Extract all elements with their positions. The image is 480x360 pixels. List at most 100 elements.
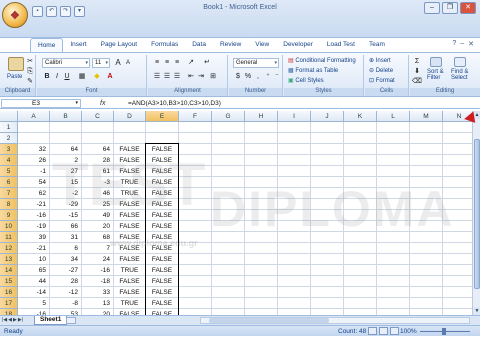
cell-j7[interactable] (311, 188, 344, 199)
column-header-j[interactable]: J (311, 111, 344, 122)
cell-d16[interactable]: FALSE (114, 287, 146, 298)
borders-icon[interactable]: ▦ (77, 72, 87, 82)
row-header[interactable]: 13 (0, 254, 18, 265)
cell-b10[interactable]: 66 (50, 221, 82, 232)
cell-g8[interactable] (212, 199, 245, 210)
cell-f3[interactable] (179, 144, 212, 155)
cell-m17[interactable] (410, 298, 443, 309)
cell-i16[interactable] (278, 287, 311, 298)
cell-f15[interactable] (179, 276, 212, 287)
column-header-k[interactable]: K (344, 111, 377, 122)
cell-j1[interactable] (311, 122, 344, 133)
column-header-g[interactable]: G (212, 111, 245, 122)
paste-button[interactable]: Paste (7, 74, 22, 80)
zoom-slider-knob[interactable] (442, 328, 446, 335)
tab-review[interactable]: Review (213, 38, 248, 52)
cell-c4[interactable]: 28 (82, 155, 114, 166)
cell-j16[interactable] (311, 287, 344, 298)
cell-n11[interactable] (443, 232, 472, 243)
cell-i11[interactable] (278, 232, 311, 243)
cell-g5[interactable] (212, 166, 245, 177)
cell-c15[interactable]: -18 (82, 276, 114, 287)
cell-n2[interactable] (443, 133, 472, 144)
cell-h16[interactable] (245, 287, 278, 298)
cell-n5[interactable] (443, 166, 472, 177)
cell-i3[interactable] (278, 144, 311, 155)
cell-h14[interactable] (245, 265, 278, 276)
cell-n17[interactable] (443, 298, 472, 309)
scroll-down-icon[interactable]: ▼ (473, 307, 480, 315)
cell-e3[interactable]: FALSE (146, 144, 179, 155)
align-top-icon[interactable]: ≡ (152, 58, 162, 68)
cell-b3[interactable]: 64 (50, 144, 82, 155)
cell-l8[interactable] (377, 199, 410, 210)
cell-i13[interactable] (278, 254, 311, 265)
cell-d9[interactable]: FALSE (114, 210, 146, 221)
hscroll-thumb[interactable] (209, 318, 329, 323)
cell-a17[interactable]: 5 (18, 298, 50, 309)
cell-c16[interactable]: 33 (82, 287, 114, 298)
cell-a6[interactable]: 54 (18, 177, 50, 188)
cell-n3[interactable] (443, 144, 472, 155)
cell-n12[interactable] (443, 243, 472, 254)
row-header[interactable]: 14 (0, 265, 18, 276)
cell-h4[interactable] (245, 155, 278, 166)
cell-k3[interactable] (344, 144, 377, 155)
cell-b15[interactable]: 28 (50, 276, 82, 287)
page-break-view-icon[interactable] (390, 327, 399, 335)
cell-e7[interactable]: FALSE (146, 188, 179, 199)
column-header-e[interactable]: E (146, 111, 179, 122)
cell-b9[interactable]: -15 (50, 210, 82, 221)
insert-function-button[interactable]: fx (100, 98, 105, 109)
cell-e14[interactable]: FALSE (146, 265, 179, 276)
sheet-tab-sheet1[interactable]: Sheet1 (34, 316, 68, 325)
cell-f11[interactable] (179, 232, 212, 243)
cell-n13[interactable] (443, 254, 472, 265)
cell-m3[interactable] (410, 144, 443, 155)
cell-styles-button[interactable]: ▣ Cell Styles (288, 77, 324, 84)
cell-h12[interactable] (245, 243, 278, 254)
cell-n16[interactable] (443, 287, 472, 298)
cell-a3[interactable]: 32 (18, 144, 50, 155)
help-icon[interactable]: ? (452, 40, 456, 48)
percent-button[interactable]: % (243, 72, 253, 82)
cell-d2[interactable] (114, 133, 146, 144)
cell-a14[interactable]: 65 (18, 265, 50, 276)
cell-f16[interactable] (179, 287, 212, 298)
cell-e2[interactable] (146, 133, 179, 144)
cell-i15[interactable] (278, 276, 311, 287)
cell-b11[interactable]: 31 (50, 232, 82, 243)
cell-k14[interactable] (344, 265, 377, 276)
worksheet-grid[interactable]: A B C D E F G H I J K L M N 1 2 3 32 64 64 FALSE FALSE 4 26 2 28 F… (0, 111, 472, 315)
cell-h2[interactable] (245, 133, 278, 144)
cell-l1[interactable] (377, 122, 410, 133)
cell-a10[interactable]: -19 (18, 221, 50, 232)
cell-g15[interactable] (212, 276, 245, 287)
cell-g9[interactable] (212, 210, 245, 221)
cell-g13[interactable] (212, 254, 245, 265)
cell-e8[interactable]: FALSE (146, 199, 179, 210)
cell-h3[interactable] (245, 144, 278, 155)
orientation-icon[interactable]: ↗ (186, 58, 196, 68)
row-header[interactable]: 12 (0, 243, 18, 254)
row-header[interactable]: 10 (0, 221, 18, 232)
column-header-f[interactable]: F (179, 111, 212, 122)
format-as-table-button[interactable]: ▦ Format as Table (288, 67, 338, 74)
cell-l2[interactable] (377, 133, 410, 144)
cell-b5[interactable]: 27 (50, 166, 82, 177)
bold-button[interactable]: B (42, 72, 52, 82)
cell-b1[interactable] (50, 122, 82, 133)
cell-l6[interactable] (377, 177, 410, 188)
cell-k13[interactable] (344, 254, 377, 265)
cell-a15[interactable]: 44 (18, 276, 50, 287)
cell-i2[interactable] (278, 133, 311, 144)
column-header-h[interactable]: H (245, 111, 278, 122)
cell-a9[interactable]: -16 (18, 210, 50, 221)
cell-e6[interactable]: FALSE (146, 177, 179, 188)
cell-d10[interactable]: FALSE (114, 221, 146, 232)
cell-e9[interactable]: FALSE (146, 210, 179, 221)
cell-b8[interactable]: -29 (50, 199, 82, 210)
cell-i8[interactable] (278, 199, 311, 210)
cell-f8[interactable] (179, 199, 212, 210)
cell-g1[interactable] (212, 122, 245, 133)
